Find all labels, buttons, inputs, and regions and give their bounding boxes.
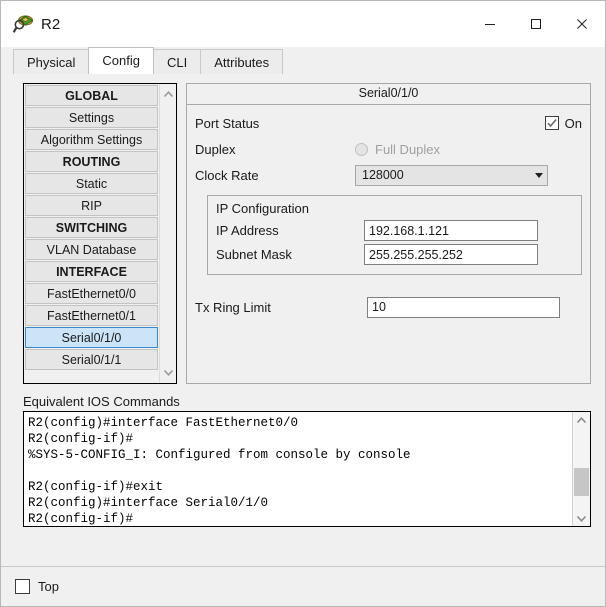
port-status-row: Port Status On — [195, 111, 582, 135]
title-bar-left: R2 — [1, 13, 467, 35]
window-footer: Top — [1, 566, 605, 606]
minimize-button[interactable] — [467, 1, 513, 47]
tab-bar: Physical Config CLI Attributes — [1, 47, 605, 74]
ip-address-row: IP Address 192.168.1.121 — [216, 219, 573, 242]
sidebar-header-switching: SWITCHING — [25, 217, 158, 238]
checkmark-icon — [547, 119, 557, 128]
sidebar-item-fastethernet0-0[interactable]: FastEthernet0/0 — [25, 283, 158, 304]
sidebar-item-vlan-database[interactable]: VLAN Database — [25, 239, 158, 260]
sidebar-item-serial0-1-1[interactable]: Serial0/1/1 — [25, 349, 158, 370]
minimize-icon — [485, 24, 495, 25]
chevron-down-icon — [535, 172, 543, 178]
sidebar-item-algorithm-settings[interactable]: Algorithm Settings — [25, 129, 158, 150]
subnet-mask-row: Subnet Mask 255.255.255.252 — [216, 243, 573, 266]
sidebar-header-global: GLOBAL — [25, 85, 158, 106]
clock-rate-control: 128000 — [355, 164, 582, 186]
config-sidebar: GLOBAL Settings Algorithm Settings ROUTI… — [23, 83, 177, 384]
ios-console-scrollbar[interactable] — [572, 412, 590, 526]
close-button[interactable] — [559, 1, 605, 47]
clock-rate-row: Clock Rate 128000 — [195, 163, 582, 187]
port-status-checkbox[interactable] — [544, 116, 559, 130]
chevron-up-icon[interactable] — [573, 412, 590, 428]
clock-rate-label: Clock Rate — [195, 167, 259, 183]
subnet-mask-control: 255.255.255.252 — [364, 244, 573, 265]
top-checkbox[interactable] — [15, 579, 30, 594]
maximize-icon — [531, 19, 541, 29]
maximize-button[interactable] — [513, 1, 559, 47]
ios-console-scroll-track[interactable] — [573, 428, 590, 510]
sidebar-header-interface: INTERFACE — [25, 261, 158, 282]
tx-ring-limit-row: Tx Ring Limit 10 — [195, 295, 582, 319]
chevron-down-icon[interactable] — [573, 510, 590, 526]
port-status-label: Port Status — [195, 115, 260, 131]
interface-pane-body: Port Status On Duplex Full Duplex Clock … — [187, 105, 590, 383]
ip-configuration-title: IP Configuration — [216, 201, 309, 216]
sidebar-item-static[interactable]: Static — [25, 173, 158, 194]
config-content: GLOBAL Settings Algorithm Settings ROUTI… — [1, 74, 605, 606]
ios-commands-title: Equivalent IOS Commands — [23, 394, 180, 409]
ip-address-label: IP Address — [216, 223, 279, 238]
sidebar-scrollbar[interactable] — [159, 84, 176, 383]
port-status-state-label: On — [564, 115, 582, 131]
title-bar: R2 — [1, 1, 605, 47]
tab-physical[interactable]: Physical — [13, 49, 90, 74]
window-title: R2 — [41, 15, 61, 33]
clock-rate-value: 128000 — [362, 168, 404, 182]
close-icon — [577, 19, 587, 29]
ios-console: R2(config)#interface FastEthernet0/0 R2(… — [23, 411, 591, 527]
ip-address-control: 192.168.1.121 — [364, 220, 573, 241]
device-config-window: R2 Physical Config CLI Attributes GLOBAL… — [0, 0, 606, 607]
duplex-label: Duplex — [195, 141, 236, 157]
subnet-mask-input[interactable]: 255.255.255.252 — [364, 244, 538, 265]
ip-configuration-group: IP Configuration IP Address 192.168.1.12… — [207, 195, 582, 275]
full-duplex-label: Full Duplex — [375, 141, 441, 157]
tx-ring-limit-input[interactable]: 10 — [367, 296, 560, 318]
tab-config[interactable]: Config — [88, 47, 154, 74]
tx-ring-limit-control: 10 — [367, 296, 582, 318]
router-magnifier-icon — [12, 13, 34, 35]
config-panes: GLOBAL Settings Algorithm Settings ROUTI… — [1, 74, 605, 384]
subnet-mask-label: Subnet Mask — [216, 247, 292, 262]
sidebar-item-settings[interactable]: Settings — [25, 107, 158, 128]
window-controls — [467, 1, 605, 47]
ios-commands-section: Equivalent IOS Commands R2(config)#inter… — [1, 384, 605, 527]
duplex-row: Duplex Full Duplex — [195, 137, 582, 161]
port-status-control: On — [355, 116, 582, 131]
clock-rate-dropdown[interactable]: 128000 — [355, 164, 548, 186]
sidebar-list: GLOBAL Settings Algorithm Settings ROUTI… — [24, 84, 159, 383]
sidebar-header-routing: ROUTING — [25, 151, 158, 172]
ios-console-scroll-thumb[interactable] — [574, 468, 589, 496]
full-duplex-radio — [355, 142, 368, 156]
duplex-control: Full Duplex — [355, 142, 582, 157]
sidebar-item-serial0-1-0[interactable]: Serial0/1/0 — [25, 327, 158, 348]
ios-console-text: R2(config)#interface FastEthernet0/0 R2(… — [28, 416, 411, 526]
interface-pane-title: Serial0/1/0 — [187, 84, 590, 105]
tx-ring-limit-label: Tx Ring Limit — [195, 299, 271, 315]
tab-cli[interactable]: CLI — [153, 49, 202, 74]
top-checkbox-label: Top — [38, 579, 59, 594]
interface-config-pane: Serial0/1/0 Port Status On Duplex Full D… — [186, 83, 591, 384]
chevron-down-icon[interactable] — [161, 365, 176, 380]
sidebar-item-fastethernet0-1[interactable]: FastEthernet0/1 — [25, 305, 158, 326]
ip-address-input[interactable]: 192.168.1.121 — [364, 220, 538, 241]
chevron-up-icon[interactable] — [161, 87, 176, 102]
tab-attributes[interactable]: Attributes — [200, 49, 284, 74]
sidebar-item-rip[interactable]: RIP — [25, 195, 158, 216]
